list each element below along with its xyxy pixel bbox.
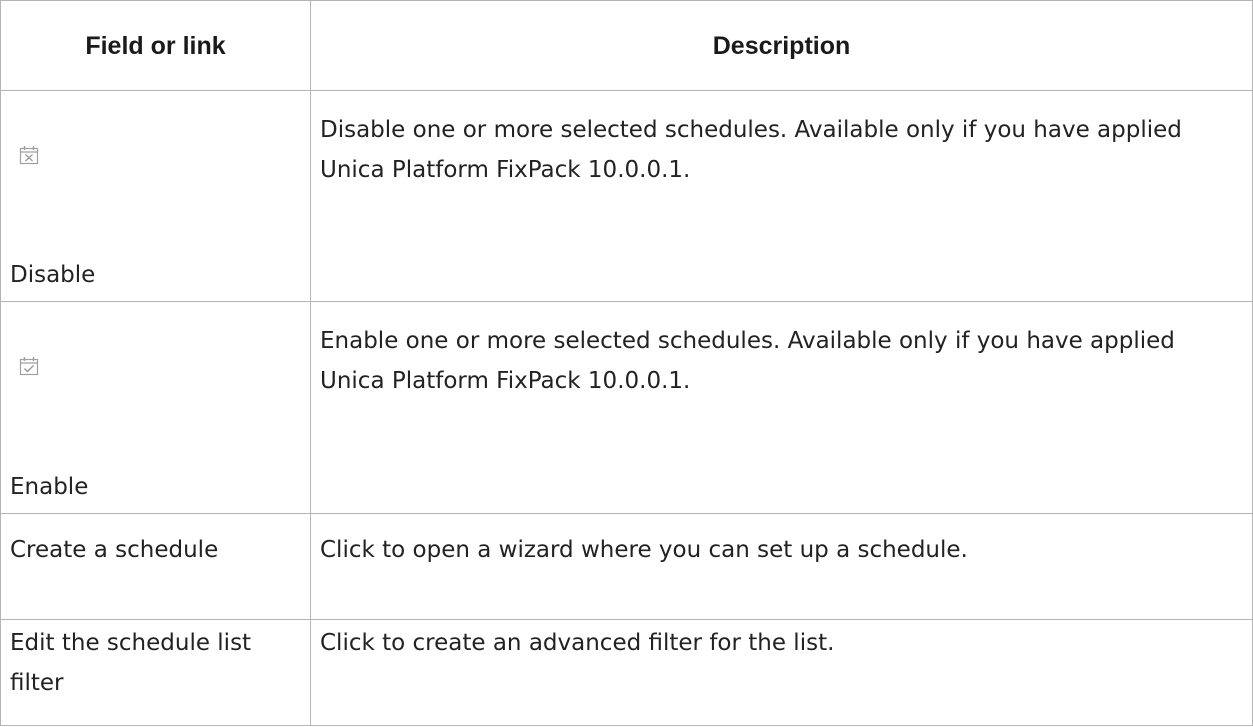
field-label-disable: Disable (10, 262, 96, 289)
description-edit-filter: Click to create an advanced filter for t… (310, 618, 1253, 727)
calendar-enable-icon[interactable] (18, 350, 40, 376)
table-row-create-schedule: Create a schedule Click to open a wizard… (0, 512, 1253, 620)
header-description: Description (310, 0, 1253, 91)
description-disable: Disable one or more selected schedules. … (310, 89, 1253, 303)
table-row-disable: Disable Disable one or more selected sch… (0, 89, 1253, 303)
description-create-schedule: Click to open a wizard where you can set… (310, 512, 1253, 620)
header-field-or-link: Field or link (0, 0, 311, 91)
table-header-row: Field or link Description (0, 0, 1253, 91)
field-cell-disable: Disable (0, 89, 311, 303)
field-label-edit-filter: Edit the schedule list filter (0, 618, 311, 727)
field-label-enable: Enable (10, 473, 89, 500)
field-reference-table: Field or link Description Disable Disabl… (0, 0, 1253, 727)
table-row-enable: Enable Enable one or more selected sched… (0, 301, 1253, 514)
table-row-edit-filter: Edit the schedule list filter Click to c… (0, 618, 1253, 727)
calendar-disable-icon[interactable] (18, 139, 40, 165)
description-enable: Enable one or more selected schedules. A… (310, 301, 1253, 514)
field-label-create-schedule: Create a schedule (0, 512, 311, 620)
field-cell-enable: Enable (0, 301, 311, 514)
